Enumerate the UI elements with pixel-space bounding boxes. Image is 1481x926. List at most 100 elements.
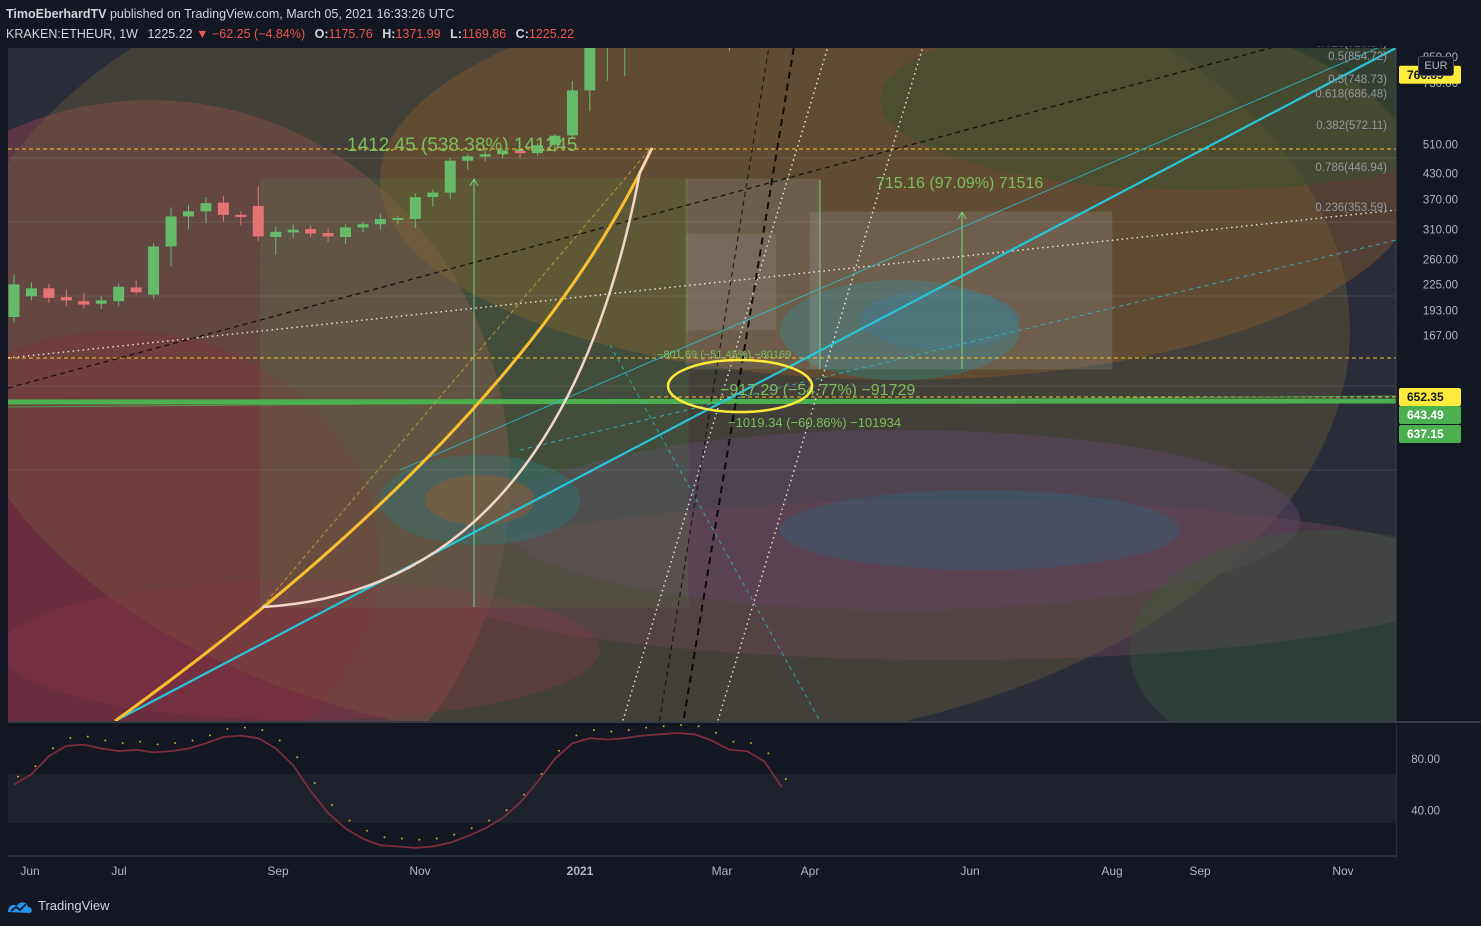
fib-level-label: 0.618(686.48) [1315,89,1387,101]
oscillator-point [749,742,752,745]
oscillator-point [453,833,456,836]
oscillator-point [418,838,421,841]
oscillator-point [86,735,89,738]
oscillator-point [104,739,107,742]
x-tick-label: Jun [960,864,979,878]
x-tick-label: Nov [409,864,430,878]
oscillator-point [191,739,194,742]
candle-body [340,227,352,237]
down-arrow-icon: ▼ [196,27,209,41]
candle-body [183,211,194,217]
y-tick-label: 193.00 [1423,306,1458,318]
y-tick-label: 430.00 [1423,169,1458,181]
oscillator-axis: 80.00 40.00 [1411,754,1440,818]
oscillator-point [383,836,386,839]
y-tick-label: 370.00 [1423,194,1458,206]
oscillator-point [680,724,683,726]
tradingview-brand[interactable]: TradingView [38,898,110,913]
candle-body [43,288,55,298]
oscillator-point [400,837,403,840]
oscillator-point [261,729,264,732]
candle-body [113,286,125,302]
candle-body [8,284,20,317]
tradingview-logo-icon[interactable] [6,898,34,916]
oscillator-point [366,829,368,832]
candle-body [200,203,212,212]
oscillator-point [156,743,159,746]
candle-body [305,229,317,234]
x-tick-label: Apr [801,864,820,878]
fib-level-label: 0.382(572.11) [1316,120,1387,132]
candle-body [566,90,578,136]
price-label: 652.35 [1407,390,1444,404]
measure-label: 1412.45 (538.38%) 141245 [347,135,577,156]
oscillator-point [51,747,54,750]
oscillator-point [784,778,787,781]
fib-level-label: 0.786(446.94) [1315,162,1387,174]
oscillator-tick-label: 40.00 [1411,805,1440,817]
oscillator-point [767,752,770,755]
price-label: 637.15 [1407,427,1444,441]
price-change: −62.25 (−4.84%) [211,27,306,41]
currency-badge[interactable]: EUR [1418,56,1454,76]
author-name[interactable]: TimoEberhardTV [6,7,106,21]
oscillator-point [139,740,142,743]
candle-body [584,48,596,91]
candle-body [444,160,456,193]
last-price: 1225.22 [147,27,193,41]
price-label: 643.49 [1407,408,1444,422]
y-tick-label: 225.00 [1423,279,1458,291]
x-tick-label: 2021 [567,864,594,878]
candle-body [252,205,264,237]
candle-body [60,297,72,301]
measure-label: −1019.34 (−60.86%) −101934 [728,415,901,430]
time-axis[interactable] [0,856,1396,884]
chart-header: TimoEberhardTV published on TradingView.… [0,0,1481,46]
oscillator-point [208,734,211,737]
fib-level-label: 0.236(353.59) [1315,202,1387,214]
candle-body [287,229,299,233]
measure-label: −917.29 (−54.77%) −91729 [720,382,915,399]
x-tick-label: Sep [1189,864,1211,878]
candle-body [130,287,142,293]
candle-body [95,300,107,304]
oscillator-point [17,775,19,778]
x-tick-label: Jun [20,864,39,878]
oscillator-tick-label: 80.00 [1411,754,1440,766]
oscillator-point [278,739,281,742]
x-tick-label: Sep [267,864,289,878]
measure-label: 715.16 (97.09%) 71516 [876,175,1043,192]
candle-body [165,216,177,247]
y-tick-label: 167.00 [1423,330,1458,342]
symbol-label[interactable]: KRAKEN:ETHEUR, 1W [6,27,138,41]
ohlc-legend: KRAKEN:ETHEUR, 1W 1225.22 ▼ −62.25 (−4.8… [6,27,574,41]
oscillator-point [69,736,72,739]
price-chart[interactable]: 1412.45 (538.38%) 141245 715.16 (97.09%)… [0,46,1481,890]
oscillator-point [470,827,473,830]
candle-body [235,214,247,217]
oscillator-point [575,734,578,737]
y-tick-label: 260.00 [1423,255,1458,267]
oscillator-point [331,803,334,806]
oscillator-point [435,837,438,840]
candle-body [78,301,90,305]
oscillator-point [488,819,491,822]
oscillator-point [610,730,613,733]
candle-body [270,231,282,237]
oscillator-point [348,819,351,822]
candle-body [25,288,37,297]
oscillator-point [523,793,526,796]
candle-body [427,192,439,198]
x-tick-label: Mar [712,864,733,878]
candle-body [322,232,334,237]
candle-body [462,156,474,161]
oscillator-point [505,809,508,812]
oscillator-point [313,782,316,785]
oscillator-point [697,725,700,728]
oscillator-point [732,740,735,743]
low-value: 1169.86 [461,27,507,41]
high-label: H: [382,27,396,41]
candle-body [409,197,421,219]
publish-line: TimoEberhardTV published on TradingView.… [6,7,454,21]
close-label: C: [515,27,529,41]
